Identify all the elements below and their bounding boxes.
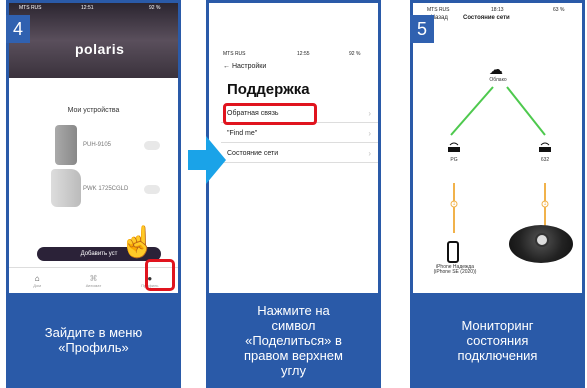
router-label-pg: PG [450,157,458,163]
home-icon: ⌂ [34,273,40,283]
step-caption: Мониторинг состояния подключения [457,317,538,363]
status-carrier: MTS RUS [223,51,246,57]
router-label-632: 632 [540,157,550,163]
panel-step-4: MTS RUS 12:51 92 % polaris Мои устройств… [6,0,181,388]
device-name: PUH-9105 [83,142,112,148]
device-toggle[interactable] [144,140,160,150]
phone-screen-network: MTS RUS 18:13 63 % ‹ Назад Состояние сет… [413,3,582,293]
tab-home[interactable]: ⌂ Дом [19,274,55,288]
page-title: Поддержка [227,81,310,98]
router-icon [539,142,551,152]
status-carrier: MTS RUS [19,5,42,11]
tab-scenes[interactable]: ⌘ Автомат [75,274,111,288]
cloud-icon: ☁ [489,61,503,77]
phone-screen-home: MTS RUS 12:51 92 % polaris Мои устройств… [9,3,178,293]
link-cloud-632 [506,86,546,136]
link-cloud-pg [450,86,494,136]
device-toggle[interactable] [144,184,160,194]
cloud-label: Облако [489,77,507,83]
pointing-hand-icon: ☝ [119,226,157,259]
panel-step-5: MTS RUS 18:13 63 % ‹ Назад Состояние сет… [410,0,585,388]
arrow-right-icon [188,136,226,184]
panel-step-share: MTS RUS 12:55 92 % ← Настройки Поддержка… [206,0,381,388]
router-icon [448,142,460,152]
menu-item-find-me[interactable]: "Find me" › [221,125,378,143]
chevron-right-icon: › [368,109,371,118]
status-time: 12:55 [297,51,310,57]
instruction-collage: MTS RUS 12:51 92 % polaris Мои устройств… [0,0,587,388]
device-name: PWK 1725CGLD [83,186,129,192]
phone-label: iPhone Надежда (iPhone SE (2020)) [433,264,477,275]
robot-vacuum-image [509,225,573,263]
status-time: 12:51 [81,5,94,11]
step-caption: Зайдите в меню «Профиль» [44,325,143,355]
devices-title: Мои устройства [67,107,120,114]
smartphone-icon [447,241,459,263]
profile-highlight [145,259,175,291]
brand-logo: polaris [75,41,125,57]
device-row[interactable]: PUH-9105 [43,123,178,167]
dot-label: 1 [543,201,547,207]
chevron-left-icon: ← [223,63,230,70]
feedback-highlight [223,103,317,125]
phone-screen-support: MTS RUS 12:55 92 % ← Настройки Поддержка… [209,3,378,293]
humidifier-image [55,125,77,165]
scenes-icon: ⌘ [89,273,98,283]
chevron-right-icon: › [368,129,371,138]
status-battery: 92 % [349,51,361,57]
status-battery: 92 % [149,5,161,11]
back-link[interactable]: ← Настройки [223,63,266,70]
dot-label: 1 [452,201,456,207]
step-number: 5 [410,15,434,43]
step-caption: Нажмите на символ «Поделиться» в правом … [244,302,343,378]
kettle-image [51,169,81,207]
device-row[interactable]: PWK 1725CGLD [43,167,178,211]
menu-item-network-status[interactable]: Состояние сети › [221,145,378,163]
chevron-right-icon: › [368,149,371,158]
step-number: 4 [6,15,30,43]
